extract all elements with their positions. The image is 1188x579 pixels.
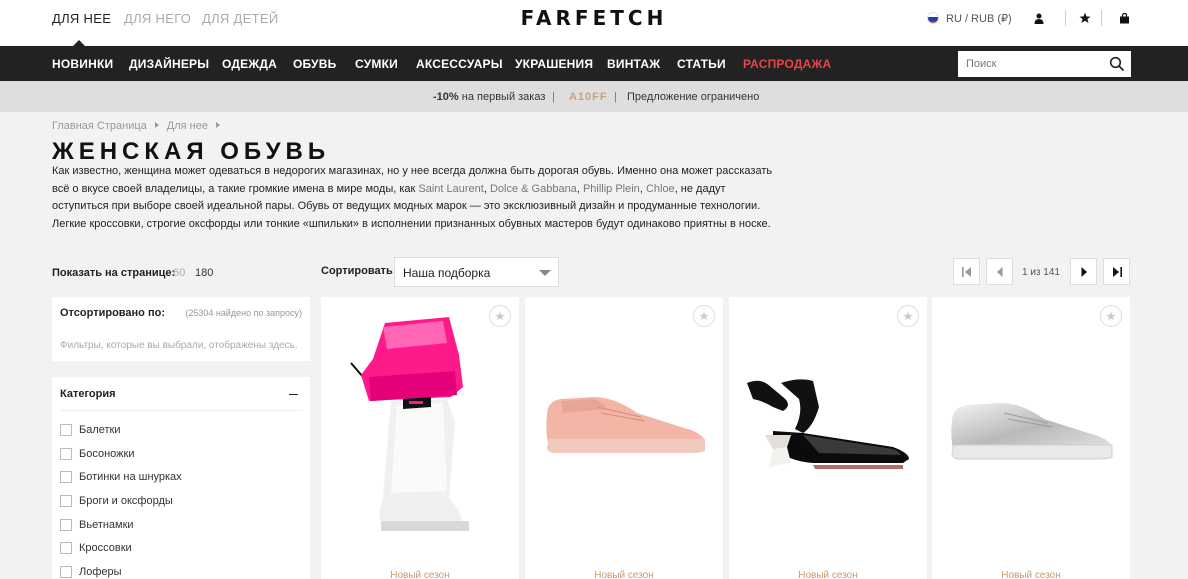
next-page-icon <box>1081 267 1087 277</box>
breadcrumb-women[interactable]: Для нее <box>167 120 208 132</box>
product-season-label: Новый сезон <box>1001 570 1061 579</box>
product-season-label: Новый сезон <box>594 570 654 579</box>
farfetch-logo[interactable]: FARFETCH <box>500 6 688 30</box>
results-count: (25304 найдено по запросу) <box>185 308 302 318</box>
main-nav: НОВИНКИ ДИЗАЙНЕРЫ ОДЕЖДА ОБУВЬ СУМКИ АКС… <box>0 46 1188 81</box>
brand-link-saint-laurent[interactable]: Saint Laurent <box>418 183 483 195</box>
category-label-ballet-flats[interactable]: Балетки <box>79 424 121 436</box>
nav-shoes[interactable]: ОБУВЬ <box>293 57 336 71</box>
search-box <box>958 51 1131 77</box>
breadcrumb: Главная Страница Для нее <box>52 120 228 132</box>
promo-separator: | <box>552 91 555 103</box>
category-checkbox[interactable] <box>60 424 72 436</box>
divider <box>60 410 302 411</box>
brand-link-phillip-plein[interactable]: Phillip Plein <box>583 183 640 195</box>
category-checkbox[interactable] <box>60 495 72 507</box>
category-label-flip-flops[interactable]: Вьетнамки <box>79 519 134 531</box>
sort-select[interactable]: Наша подборка <box>394 257 559 287</box>
category-checkbox[interactable] <box>60 471 72 483</box>
category-label-lace-up-boots[interactable]: Ботинки на шнурках <box>79 471 182 483</box>
brand-link-chloe[interactable]: Chloe <box>646 183 675 195</box>
promo-banner: -10% на первый заказ | A10FF | Предложен… <box>0 81 1188 112</box>
category-label-brogues[interactable]: Броги и оксфорды <box>79 495 173 507</box>
search-icon[interactable] <box>1109 56 1125 72</box>
product-card[interactable]: Новый сезон <box>729 297 927 579</box>
category-description: Как известно, женщина может одеваться в … <box>52 165 773 230</box>
search-input[interactable] <box>958 51 1103 77</box>
header-divider <box>1065 10 1066 26</box>
prev-page-icon <box>997 267 1003 277</box>
sort-value: Наша подборка <box>403 266 491 280</box>
first-page-icon <box>962 267 971 277</box>
category-label-sandals[interactable]: Босоножки <box>79 448 134 460</box>
category-checkbox[interactable] <box>60 542 72 554</box>
promo-separator: | <box>614 91 617 103</box>
chevron-down-icon <box>539 270 551 276</box>
product-image-pink-sneaker <box>546 397 705 453</box>
collapse-minus-icon[interactable] <box>289 394 298 395</box>
flag-russia-icon[interactable] <box>927 12 939 24</box>
category-filter-panel: Категория Балетки Босоножки Ботинки на ш… <box>52 377 310 579</box>
prev-page-button[interactable] <box>986 258 1013 285</box>
nav-accessories[interactable]: АКСЕССУАРЫ <box>416 57 503 71</box>
nav-articles[interactable]: СТАТЬИ <box>677 57 726 71</box>
product-card[interactable]: Новый сезон <box>525 297 723 579</box>
bag-icon[interactable] <box>1116 10 1132 26</box>
tab-kids[interactable]: ДЛЯ ДЕТЕЙ <box>202 11 278 26</box>
pagination-status: 1 из 141 <box>1022 267 1060 278</box>
category-label-sneakers[interactable]: Кроссовки <box>79 542 132 554</box>
wishlist-star-icon[interactable] <box>693 305 715 327</box>
product-image-black-heel <box>747 379 909 469</box>
wishlist-star-icon[interactable] <box>1100 305 1122 327</box>
category-label-loafers[interactable]: Лоферы <box>79 566 122 578</box>
tab-women[interactable]: ДЛЯ НЕЕ <box>52 11 111 26</box>
nav-clothing[interactable]: ОДЕЖДА <box>222 57 277 71</box>
promo-discount: -10% на первый заказ <box>433 91 546 103</box>
nav-jewelry[interactable]: УКРАШЕНИЯ <box>515 57 593 71</box>
per-page-180[interactable]: 180 <box>195 267 213 279</box>
locale-selector[interactable]: RU / RUB (₽) <box>946 12 1012 25</box>
nav-vintage[interactable]: ВИНТАЖ <box>607 57 660 71</box>
last-page-button[interactable] <box>1103 258 1130 285</box>
sorted-by-label: Отсортировано по: <box>60 307 165 319</box>
breadcrumb-home[interactable]: Главная Страница <box>52 120 147 132</box>
promo-code: A10FF <box>569 91 608 103</box>
next-page-button[interactable] <box>1070 258 1097 285</box>
filters-note: Фильтры, которые вы выбрали, отображены … <box>60 340 298 351</box>
applied-filters-panel: Отсортировано по: (25304 найдено по запр… <box>52 297 310 361</box>
brand-link-dolce-gabbana[interactable]: Dolce & Gabbana <box>490 183 577 195</box>
category-checkbox[interactable] <box>60 566 72 578</box>
category-hero: Главная Страница Для нее ЖЕНСКАЯ ОБУВЬ Ка… <box>0 112 1188 240</box>
tab-men[interactable]: ДЛЯ НЕГО <box>124 11 191 26</box>
last-page-icon <box>1113 267 1122 277</box>
user-icon[interactable] <box>1031 10 1047 26</box>
per-page-label: Показать на странице: <box>52 267 176 279</box>
page-title: ЖЕНСКАЯ ОБУВЬ <box>52 138 331 165</box>
product-image-silver-sneaker <box>951 403 1113 460</box>
nav-sale[interactable]: РАСПРОДАЖА <box>743 57 831 71</box>
sort-label: Сортировать <box>321 265 393 277</box>
nav-designers[interactable]: ДИЗАЙНЕРЫ <box>129 57 209 71</box>
breadcrumb-arrow-icon <box>154 122 159 128</box>
per-page-60[interactable]: 60 <box>173 267 185 279</box>
product-season-label: Новый сезон <box>390 570 450 579</box>
promo-limited: Предложение ограничено <box>627 91 760 103</box>
wishlist-star-icon[interactable] <box>897 305 919 327</box>
breadcrumb-arrow-icon <box>215 122 220 128</box>
product-image-rain-boot <box>350 317 469 531</box>
category-checkbox[interactable] <box>60 448 72 460</box>
product-card[interactable]: Новый сезон <box>321 297 519 579</box>
product-season-label: Новый сезон <box>798 570 858 579</box>
nav-bags[interactable]: СУМКИ <box>355 57 398 71</box>
header-divider <box>1101 10 1102 26</box>
top-header: ДЛЯ НЕЕ ДЛЯ НЕГО ДЛЯ ДЕТЕЙ FARFETCH RU /… <box>0 0 1188 46</box>
first-page-button[interactable] <box>953 258 980 285</box>
category-filter-title[interactable]: Категория <box>60 388 116 400</box>
product-card[interactable]: Новый сезон <box>932 297 1130 579</box>
star-icon[interactable] <box>1077 10 1093 26</box>
nav-new[interactable]: НОВИНКИ <box>52 57 113 71</box>
category-checkbox[interactable] <box>60 519 72 531</box>
